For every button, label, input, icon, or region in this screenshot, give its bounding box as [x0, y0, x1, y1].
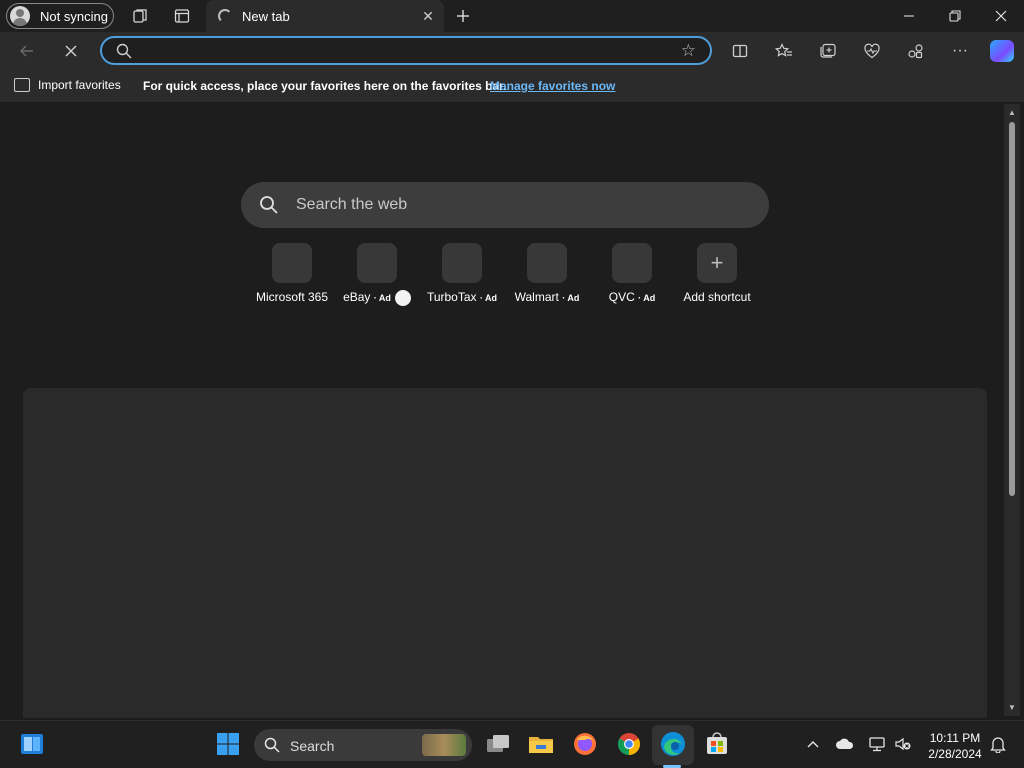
minimize-icon[interactable] [886, 0, 932, 32]
taskbar: Search 10:11 PM 2/28/2024 [0, 720, 1024, 768]
new-tab-icon[interactable] [452, 5, 474, 27]
tab-new-tab[interactable]: New tab ✕ [206, 0, 444, 32]
shortcut-label: Add shortcut [683, 290, 751, 304]
shortcut-label: TurboTax [426, 290, 477, 304]
shortcut-walmart[interactable]: Walmart · Ad [502, 243, 592, 304]
plus-icon: + [697, 243, 737, 283]
page-scrollbar[interactable]: ▲ ▼ [1004, 104, 1020, 716]
add-shortcut-button[interactable]: + Add shortcut [672, 243, 762, 304]
ad-badge: · Ad [638, 293, 656, 303]
task-view-icon[interactable] [485, 731, 511, 757]
split-screen-icon[interactable] [729, 40, 751, 62]
search-icon [259, 195, 279, 220]
tab-actions-icon[interactable] [172, 6, 192, 26]
web-search-placeholder: Search the web [296, 196, 408, 213]
import-favorites-label: Import favorites [38, 78, 121, 92]
close-icon[interactable] [978, 0, 1024, 32]
shortcut-label: Microsoft 365 [255, 290, 329, 304]
title-bar: Not syncing New tab ✕ [0, 0, 1024, 32]
favorites-bar: Import favorites For quick access, place… [0, 70, 1024, 102]
scroll-up-icon[interactable]: ▲ [1007, 107, 1017, 117]
tab-title: New tab [242, 8, 290, 24]
favorites-bar-message: For quick access, place your favorites h… [143, 79, 507, 93]
ad-info-icon[interactable] [394, 290, 411, 306]
store-icon[interactable] [704, 731, 730, 757]
favorites-icon[interactable] [773, 40, 795, 62]
profile-button[interactable]: Not syncing [6, 3, 114, 29]
stop-loading-icon[interactable] [60, 40, 82, 62]
network-icon[interactable] [864, 731, 890, 757]
collections-icon[interactable] [817, 40, 839, 62]
search-icon [264, 737, 280, 758]
address-bar[interactable]: ☆ [100, 36, 712, 65]
manage-favorites-link[interactable]: Manage favorites now [490, 79, 615, 93]
shortcut-label: Walmart [514, 290, 559, 304]
clock-date: 2/28/2024 [928, 747, 982, 761]
start-icon[interactable] [215, 731, 241, 757]
edge-icon[interactable] [660, 731, 686, 757]
chevron-up-icon[interactable] [800, 731, 826, 757]
shortcut-turbotax[interactable]: TurboTax · Ad [417, 243, 507, 304]
restore-icon[interactable] [932, 0, 978, 32]
shortcut-label: eBay [343, 290, 371, 305]
shortcut-tile [442, 243, 482, 283]
shortcut-label: QVC [608, 290, 635, 304]
shortcut-tile [357, 243, 397, 283]
shortcut-tile [612, 243, 652, 283]
browser-essentials-icon[interactable] [861, 40, 883, 62]
favorite-star-icon[interactable]: ☆ [681, 41, 696, 61]
shortcut-microsoft-365[interactable]: Microsoft 365 [247, 243, 337, 304]
ad-badge: · Ad [373, 293, 391, 304]
ad-badge: · Ad [479, 293, 498, 303]
scroll-down-icon[interactable]: ▼ [1007, 702, 1017, 712]
search-highlight-image [422, 734, 466, 756]
taskbar-search[interactable]: Search [254, 729, 472, 761]
navigation-toolbar: ☆ ··· [0, 32, 1024, 70]
loading-spinner-icon [218, 9, 232, 23]
scrollbar-thumb[interactable] [1009, 122, 1015, 496]
taskbar-search-label: Search [290, 738, 335, 754]
workspaces-icon[interactable] [130, 6, 150, 26]
onedrive-icon[interactable] [832, 731, 858, 757]
web-search-box[interactable]: Search the web [241, 182, 769, 228]
system-clock[interactable]: 10:11 PM 2/28/2024 [918, 730, 992, 762]
file-explorer-icon[interactable] [528, 731, 554, 757]
shortcut-ebay[interactable]: eBay · Ad [332, 243, 422, 306]
shortcut-qvc[interactable]: QVC · Ad [587, 243, 677, 304]
profile-label: Not syncing [40, 8, 108, 24]
volume-muted-icon[interactable] [890, 731, 916, 757]
back-icon[interactable] [16, 40, 38, 62]
import-favorites-button[interactable]: Import favorites [14, 78, 121, 92]
widgets-icon[interactable] [19, 731, 45, 757]
ad-badge: · Ad [562, 293, 580, 303]
more-icon[interactable]: ··· [949, 40, 971, 62]
import-icon [14, 78, 30, 92]
notifications-icon[interactable] [985, 731, 1011, 757]
extensions-icon[interactable] [905, 40, 927, 62]
shortcut-tile [527, 243, 567, 283]
copilot-icon[interactable] [990, 40, 1014, 62]
content-feed-panel [23, 388, 987, 718]
firefox-icon[interactable] [572, 731, 598, 757]
chrome-icon[interactable] [616, 731, 642, 757]
avatar [10, 6, 30, 26]
tab-close-icon[interactable]: ✕ [420, 8, 436, 24]
clock-time: 10:11 PM [929, 731, 981, 745]
search-icon [116, 43, 132, 64]
shortcut-tile [272, 243, 312, 283]
